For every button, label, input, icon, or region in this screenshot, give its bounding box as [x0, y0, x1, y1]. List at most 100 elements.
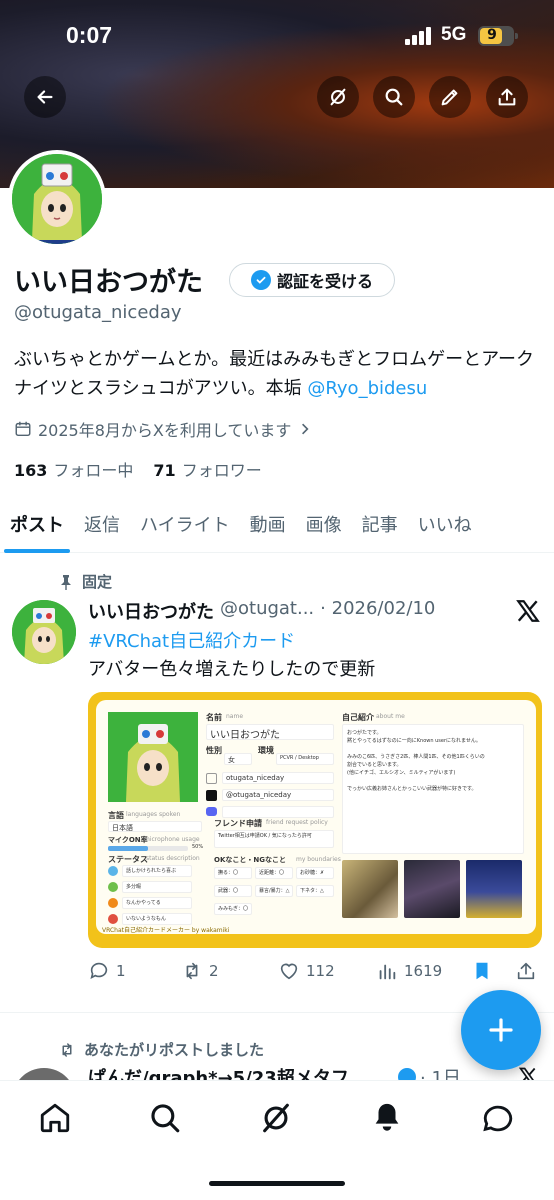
compose-post-button[interactable] [461, 990, 541, 1070]
tab-likes[interactable]: いいね [408, 495, 482, 553]
bio-text: ぶいちゃとかゲームとか。最近はみみもぎとフロムゲーとアークナイツとスラシュコがア… [14, 349, 535, 399]
grok-icon [263, 1103, 289, 1133]
card-name-value: いい日おつがた [206, 724, 334, 740]
status-dot [108, 866, 118, 876]
profile-avatar[interactable] [8, 150, 106, 248]
repost-button[interactable]: 2 [181, 960, 219, 982]
following-link[interactable]: 163 フォロー中 [14, 457, 133, 481]
status-item: いないようなもん [122, 913, 192, 925]
edit-profile-button[interactable] [429, 76, 471, 118]
mic-bar-fill [108, 846, 148, 851]
status-dot [108, 898, 118, 908]
network-type: 5G [441, 24, 467, 45]
intro-card: 名前 name いい日おつがた 性別 女 環境 PCVR / Desktop o… [96, 700, 536, 934]
tab-posts[interactable]: ポスト [0, 495, 74, 553]
pencil-icon [441, 89, 458, 106]
plus-icon [489, 1018, 513, 1042]
ok-item: 暴言/暴力：△ [255, 885, 293, 897]
arrow-left-icon [37, 90, 53, 104]
views-icon [379, 964, 396, 980]
nav-notifications[interactable] [370, 1101, 404, 1135]
get-verified-button[interactable]: 認証を受ける [229, 263, 395, 297]
signal-icon [405, 27, 433, 45]
nav-grok[interactable] [259, 1101, 293, 1135]
card-mic-sub: microphone usage [144, 836, 200, 843]
post-text: アバター色々増えたりしたので更新 [88, 659, 376, 680]
joined-date[interactable]: 2025年8月からXを利用しています [14, 417, 313, 441]
status-item: 話しかけられたら喜ぶ [122, 865, 192, 877]
post-date: · 2026/02/10 [320, 598, 436, 619]
post-hashtag[interactable]: #VRChat自己紹介カード [88, 627, 295, 653]
like-button[interactable]: 112 [278, 960, 335, 982]
nav-search[interactable] [148, 1101, 182, 1135]
chevron-right-icon [302, 423, 309, 435]
card-lang-value: 日本語 [108, 821, 202, 832]
battery-icon: 9 [478, 26, 518, 46]
repost-count: 2 [209, 962, 219, 980]
share-button[interactable] [486, 76, 528, 118]
repost-icon [62, 1042, 72, 1057]
card-status-label: ステータス [108, 855, 148, 864]
card-friend-sub: friend request policy [266, 819, 328, 826]
grok-button[interactable] [317, 76, 359, 118]
nav-home[interactable] [38, 1101, 72, 1135]
ok-item: 武器：〇 [214, 885, 252, 897]
post-author-avatar[interactable] [12, 600, 76, 664]
home-icon [40, 1103, 70, 1133]
search-icon [151, 1104, 180, 1133]
followers-link[interactable]: 71 フォロワー [153, 457, 261, 481]
views-button[interactable]: 1619 [376, 960, 442, 982]
card-vrc-id: otugata_niceday [222, 772, 334, 784]
status-bar: 0:07 5G 9 [0, 0, 554, 70]
profile-bio: ぶいちゃとかゲームとか。最近はみみもぎとフロムゲーとアークナイツとスラシュコがア… [14, 345, 544, 403]
card-name-label: 名前 [206, 713, 222, 722]
pinned-indicator: 固定 [58, 571, 112, 592]
card-lang-label: 言語 [108, 811, 124, 820]
bio-mention-link[interactable]: @Ryo_bidesu [307, 378, 427, 399]
messages-icon [483, 1105, 513, 1132]
search-profile-button[interactable] [373, 76, 415, 118]
notifications-icon [375, 1103, 399, 1131]
ok-item: みみもぎ：〇 [214, 903, 252, 915]
tab-videos[interactable]: 動画 [240, 495, 296, 553]
card-friend-value: Twitter相互は申請OK / 気になったら許可 [214, 830, 334, 848]
card-intro-text: おつがたです。 黙とやってるはずなのに一向にKnown userになれません。 … [342, 724, 524, 854]
card-x-id: @otugata_niceday [222, 789, 334, 801]
post-image-card[interactable]: 名前 name いい日おつがた 性別 女 環境 PCVR / Desktop o… [88, 692, 542, 948]
repost-indicator: あなたがリポストしました [58, 1039, 264, 1060]
post-author-name[interactable]: いい日おつがた [88, 598, 214, 624]
view-count: 1619 [404, 962, 443, 980]
tab-articles[interactable]: 記事 [352, 495, 408, 553]
card-footer: VRChat自己紹介カードメーカー by wakamiki [102, 927, 230, 934]
home-indicator [209, 1181, 345, 1186]
tab-replies[interactable]: 返信 [74, 495, 130, 553]
calendar-icon [15, 421, 31, 437]
card-intro-label: 自己紹介 [342, 713, 374, 722]
search-icon [385, 88, 403, 106]
status-dot [108, 914, 118, 924]
card-lang-sub: languages spoken [126, 811, 181, 818]
post-author-handle: @otugat... [220, 598, 315, 619]
bookmark-button[interactable] [471, 960, 493, 982]
card-ok-label: OKなこと・NGなこと [214, 856, 286, 864]
back-button[interactable] [24, 76, 66, 118]
reply-button[interactable]: 1 [88, 960, 126, 982]
tab-images[interactable]: 画像 [296, 495, 352, 553]
card-friend-label: フレンド申請 [214, 819, 262, 828]
ok-item: お砂糖：✗ [296, 867, 334, 879]
card-env-label: 環境 [258, 746, 274, 755]
card-env-value: PCVR / Desktop [276, 753, 334, 765]
nav-messages[interactable] [481, 1101, 515, 1135]
share-post-button[interactable] [515, 960, 537, 982]
ok-item: 近距離：〇 [255, 867, 293, 879]
ok-item: 撫る：〇 [214, 867, 252, 879]
discord-icon [206, 807, 217, 816]
status-dot [108, 882, 118, 892]
verified-badge-icon [250, 270, 271, 290]
bookmark-icon [476, 962, 488, 980]
card-ok-sub: my boundaries [296, 856, 341, 863]
user-handle: @otugata_niceday [14, 302, 182, 323]
post-header: いい日おつがた @otugat... · 2026/02/10 [88, 598, 508, 624]
tab-highlights[interactable]: ハイライト [130, 495, 240, 553]
card-avatar-photo [466, 860, 522, 918]
